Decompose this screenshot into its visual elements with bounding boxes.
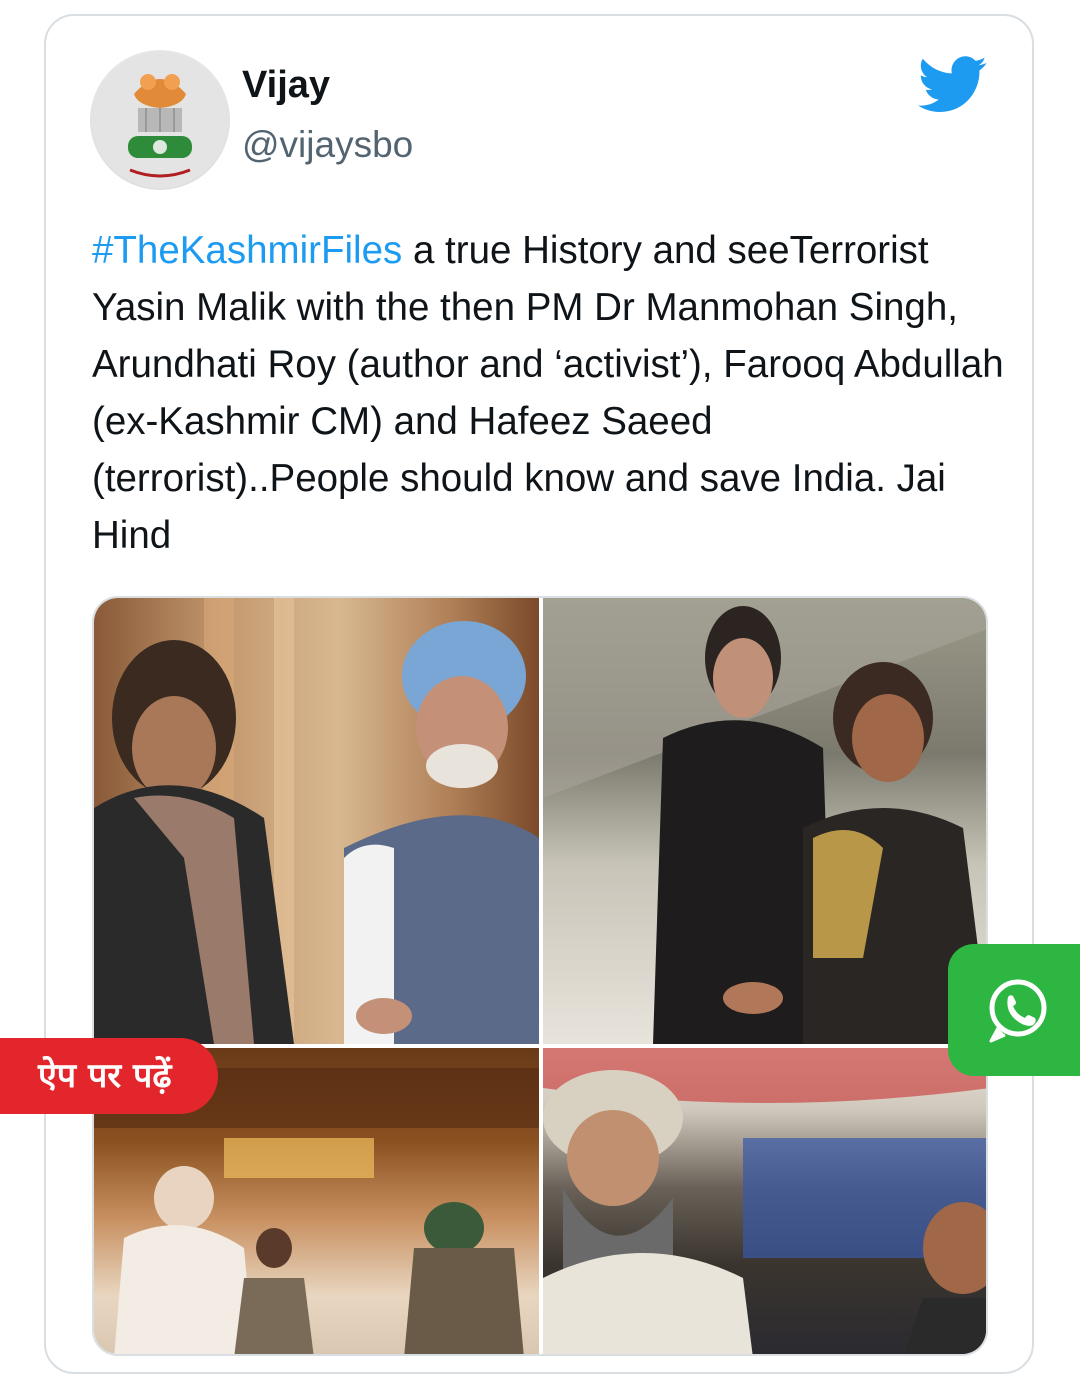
photo-meeting-roy[interactable] (543, 598, 986, 1044)
read-on-app-button[interactable]: ऐप पर पढ़ें (0, 1038, 218, 1114)
hashtag-link[interactable]: #TheKashmirFiles (92, 229, 402, 272)
whatsapp-share-button[interactable] (948, 944, 1080, 1076)
photo-handshake[interactable] (94, 598, 539, 1044)
emblem-avatar (92, 52, 228, 188)
photo-saeed[interactable] (543, 1048, 986, 1354)
whatsapp-icon (989, 979, 1047, 1043)
tweet-body: a true History and seeTerrorist Yasin Ma… (92, 229, 1015, 557)
tweet-media-grid[interactable] (92, 596, 988, 1356)
avatar[interactable] (90, 50, 230, 190)
author-name[interactable]: Vijay (242, 64, 330, 107)
tweet-text: #TheKashmirFiles a true History and seeT… (92, 222, 1012, 564)
author-handle[interactable]: @vijaysbo (242, 124, 413, 166)
twitter-bird-icon[interactable] (918, 56, 988, 114)
